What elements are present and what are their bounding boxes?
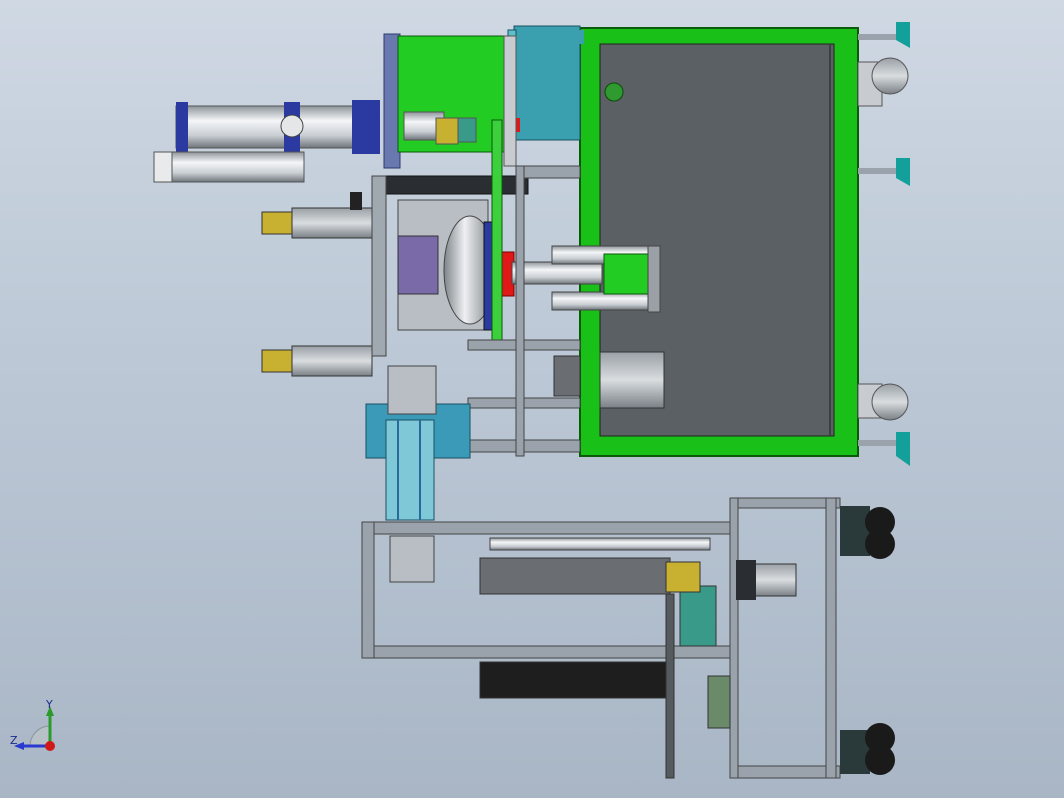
- assembly-drawing: [153, 22, 910, 779]
- triad-graphic: [14, 706, 55, 751]
- clamp-units: [261, 192, 373, 377]
- slide-column: [365, 365, 471, 521]
- cabinet-frame: [579, 27, 859, 457]
- casters: [857, 57, 909, 421]
- axis-triad-icon: Y Z: [8, 698, 68, 760]
- y-axis-label: Y: [46, 698, 53, 711]
- control-box: [507, 25, 584, 141]
- pneumatic-cylinder: [153, 100, 380, 183]
- lower-casters: [840, 506, 895, 775]
- z-axis-label: Z: [10, 734, 18, 747]
- lower-frame: [361, 497, 841, 779]
- cad-viewport[interactable]: Y Z: [0, 0, 1064, 798]
